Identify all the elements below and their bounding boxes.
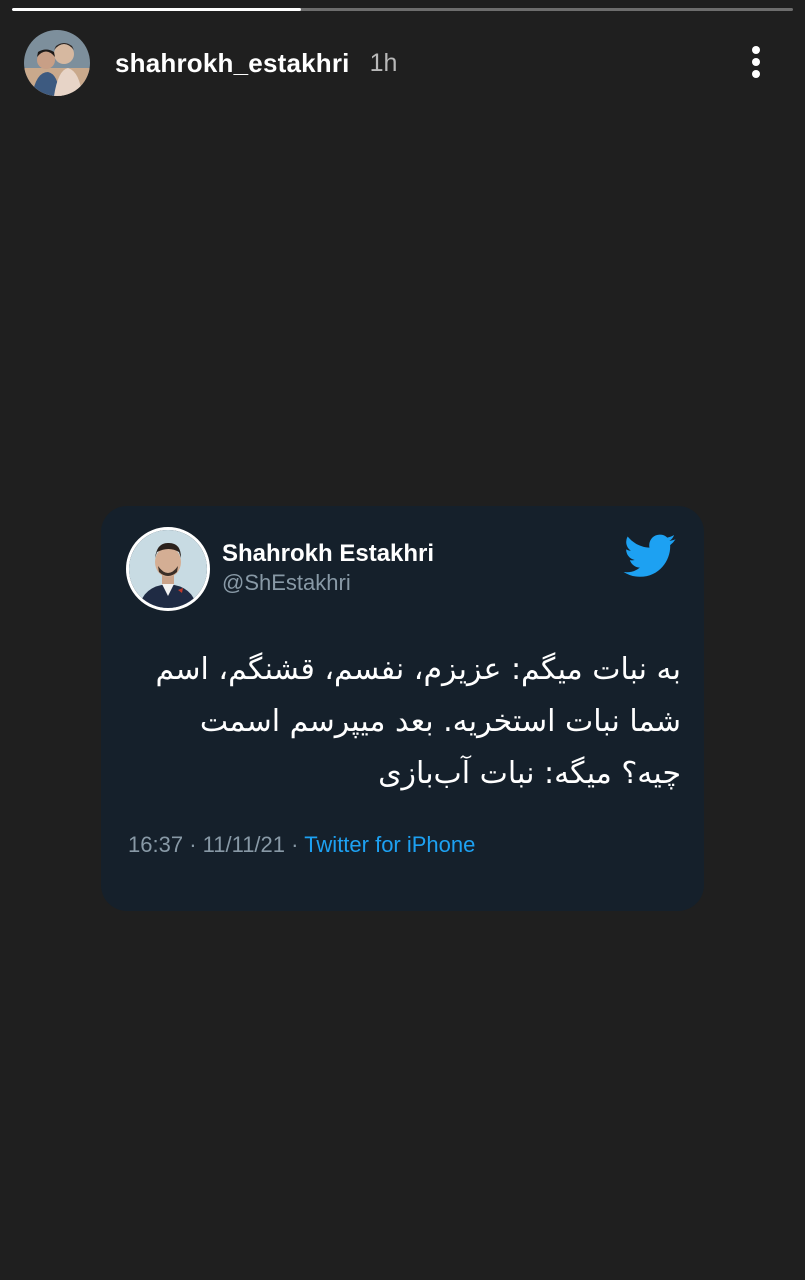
vertical-dots-icon bbox=[752, 46, 760, 78]
tweet-card[interactable]: Shahrokh Estakhri @ShEstakhri به نبات می… bbox=[101, 506, 704, 911]
story-avatar[interactable] bbox=[24, 30, 90, 96]
tweet-date: 11/11/21 bbox=[202, 832, 286, 857]
author-photo-icon bbox=[129, 530, 207, 608]
story-progress-fill bbox=[12, 8, 301, 11]
more-options-button[interactable] bbox=[736, 40, 776, 84]
meta-separator: · bbox=[291, 832, 299, 857]
tweet-source-link[interactable]: Twitter for iPhone bbox=[304, 832, 475, 857]
avatar-photo-icon bbox=[24, 30, 90, 96]
twitter-bird-icon bbox=[623, 534, 676, 577]
story-username[interactable]: shahrokh_estakhri bbox=[115, 48, 350, 79]
tweet-author-handle[interactable]: @ShEstakhri bbox=[222, 570, 351, 596]
tweet-time: 16:37 bbox=[128, 832, 184, 857]
tweet-meta: 16:37 · 11/11/21 · Twitter for iPhone bbox=[128, 832, 475, 858]
tweet-author-avatar[interactable] bbox=[126, 527, 210, 611]
story-progress-bar bbox=[12, 8, 793, 11]
story-header: shahrokh_estakhri 1h bbox=[24, 30, 397, 96]
story-timestamp: 1h bbox=[369, 48, 398, 77]
tweet-text: به نبات میگم: عزیزم، نفسم، قشنگم، اسم شم… bbox=[155, 652, 681, 791]
meta-separator: · bbox=[189, 832, 197, 857]
tweet-author-name[interactable]: Shahrokh Estakhri bbox=[222, 540, 434, 568]
